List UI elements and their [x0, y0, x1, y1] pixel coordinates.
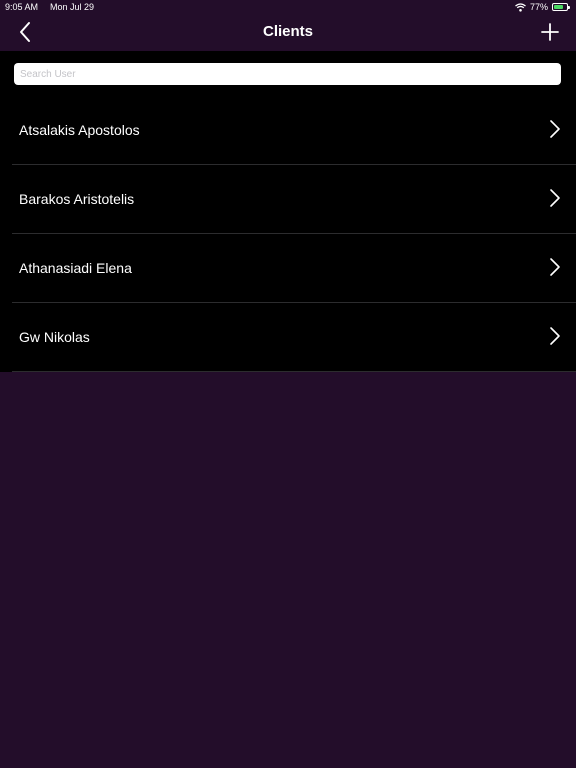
search-input[interactable] — [14, 63, 561, 85]
status-right: 77% — [515, 2, 570, 12]
status-time: 9:05 AM — [5, 2, 39, 12]
client-row[interactable]: Athanasiadi Elena — [12, 234, 576, 303]
client-row[interactable]: Barakos Aristotelis — [12, 165, 576, 234]
battery-percent: 77% — [529, 2, 548, 12]
battery-level — [554, 5, 563, 9]
page-title: Clients — [262, 23, 313, 40]
chevron-right-icon — [550, 120, 560, 138]
wifi-icon — [515, 2, 526, 12]
client-name: Atsalakis Apostolos — [19, 122, 140, 138]
client-row[interactable]: Atsalakis Apostolos — [12, 96, 576, 165]
client-name: Athanasiadi Elena — [19, 260, 132, 276]
chevron-right-icon — [550, 258, 560, 276]
chevron-right-icon — [550, 189, 560, 207]
client-name: Barakos Aristotelis — [19, 191, 135, 207]
status-bar: 9:05 AM Mon Jul 29 77% — [0, 0, 576, 14]
chevron-right-icon — [550, 327, 560, 345]
navigation-bar: Clients — [0, 14, 576, 51]
battery-icon — [552, 3, 570, 11]
client-row[interactable]: Gw Nikolas — [12, 303, 576, 372]
client-list: Atsalakis Apostolos Barakos Aristotelis … — [0, 96, 576, 372]
status-date: Mon Jul 29 — [50, 2, 95, 12]
client-name: Gw Nikolas — [19, 329, 90, 345]
plus-icon[interactable] — [538, 20, 562, 44]
clients-panel: Atsalakis Apostolos Barakos Aristotelis … — [0, 51, 576, 372]
